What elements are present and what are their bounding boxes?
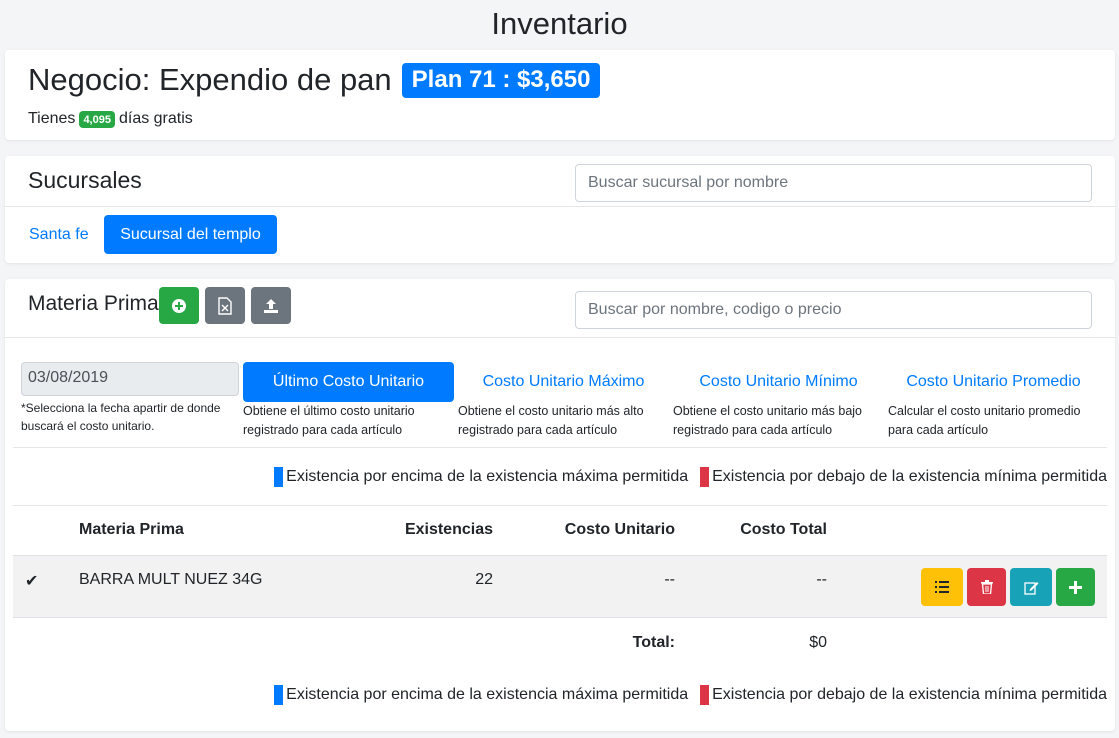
free-days-suffix: días gratis	[118, 110, 193, 127]
excel-file-icon	[218, 296, 232, 315]
row-material-name: BARRA MULT NUEZ 34G	[79, 571, 263, 588]
list-icon	[935, 581, 949, 593]
branches-title: Sucursales	[28, 167, 142, 193]
row-delete-button[interactable]	[967, 568, 1006, 606]
mode-max-cost-button[interactable]: Costo Unitario Máximo	[458, 362, 669, 402]
branches-card: Sucursales Santa fe Sucursal del templo	[5, 156, 1115, 263]
add-circle-icon	[172, 298, 186, 313]
branch-search-input[interactable]	[575, 164, 1092, 202]
branch-tab-santa-fe[interactable]: Santa fe	[29, 226, 89, 244]
plus-icon	[1069, 580, 1082, 594]
above-max-swatch	[274, 467, 284, 487]
below-min-swatch	[700, 685, 710, 705]
free-days-prefix: Tienes	[28, 110, 76, 127]
trash-icon	[980, 580, 993, 594]
row-unit-cost: --	[664, 571, 675, 588]
row-check-icon: ✔	[25, 573, 39, 590]
total-value: $0	[809, 634, 827, 651]
row-edit-button[interactable]	[1010, 568, 1052, 606]
free-days-badge: 4,095	[79, 110, 115, 128]
divider	[5, 337, 1115, 338]
legend-above-label: Existencia por encima de la existencia m…	[286, 686, 689, 703]
stock-legend-top: Existencia por encima de la existencia m…	[274, 467, 1107, 487]
col-header-unit-cost: Costo Unitario	[564, 521, 675, 538]
free-days-line: Tienes 4,095 días gratis	[28, 110, 193, 128]
row-stock: 22	[475, 571, 493, 588]
below-min-swatch	[700, 467, 710, 487]
branch-tab-sucursal-del-templo[interactable]: Sucursal del templo	[104, 215, 277, 254]
col-header-total-cost: Costo Total	[740, 521, 827, 538]
mode-avg-cost-desc: Calcular el costo unitario promedio para…	[888, 404, 1081, 437]
upload-button[interactable]	[251, 287, 291, 324]
business-name: Negocio: Expendio de pan	[28, 62, 392, 97]
mode-last-cost-desc: Obtiene el último costo unitario registr…	[243, 404, 415, 437]
material-search-input[interactable]	[575, 291, 1092, 329]
legend-below-label: Existencia por debajo de la existencia m…	[712, 468, 1107, 485]
materials-title: Materia Prima	[28, 292, 159, 315]
row-total-cost: --	[816, 571, 827, 588]
divider	[5, 206, 1115, 207]
upload-icon	[264, 298, 278, 313]
add-material-button[interactable]	[159, 287, 199, 324]
total-label: Total:	[632, 634, 675, 651]
page-title: Inventario	[491, 6, 628, 41]
divider	[13, 505, 1107, 506]
divider	[13, 447, 1107, 448]
legend-below-label: Existencia por debajo de la existencia m…	[712, 686, 1107, 703]
mode-min-cost-button[interactable]: Costo Unitario Mínimo	[673, 362, 884, 402]
plan-badge: Plan 71 : $3,650	[401, 62, 601, 98]
mode-max-cost-desc: Obtiene el costo unitario más alto regis…	[458, 404, 644, 437]
business-card: Negocio: Expendio de pan Plan 71 : $3,65…	[5, 50, 1115, 140]
stock-legend-bottom: Existencia por encima de la existencia m…	[274, 685, 1107, 705]
above-max-swatch	[274, 685, 284, 705]
export-excel-button[interactable]	[205, 287, 245, 324]
col-header-material: Materia Prima	[79, 521, 184, 538]
business-header: Negocio: Expendio de pan Plan 71 : $3,65…	[28, 62, 601, 98]
row-add-button[interactable]	[1056, 568, 1095, 606]
mode-avg-cost-button[interactable]: Costo Unitario Promedio	[888, 362, 1099, 402]
materials-card: Materia Prima 03/08/2019 *Selecciona la …	[5, 279, 1115, 731]
mode-last-cost-button[interactable]: Último Costo Unitario	[243, 362, 454, 402]
row-detail-button[interactable]	[921, 568, 963, 606]
col-header-stock: Existencias	[404, 521, 493, 538]
edit-icon	[1023, 581, 1038, 595]
date-input[interactable]: 03/08/2019	[21, 362, 239, 396]
date-hint: *Selecciona la fecha apartir de donde bu…	[21, 401, 221, 433]
legend-above-label: Existencia por encima de la existencia m…	[286, 468, 689, 485]
mode-min-cost-desc: Obtiene el costo unitario más bajo regis…	[673, 404, 862, 437]
